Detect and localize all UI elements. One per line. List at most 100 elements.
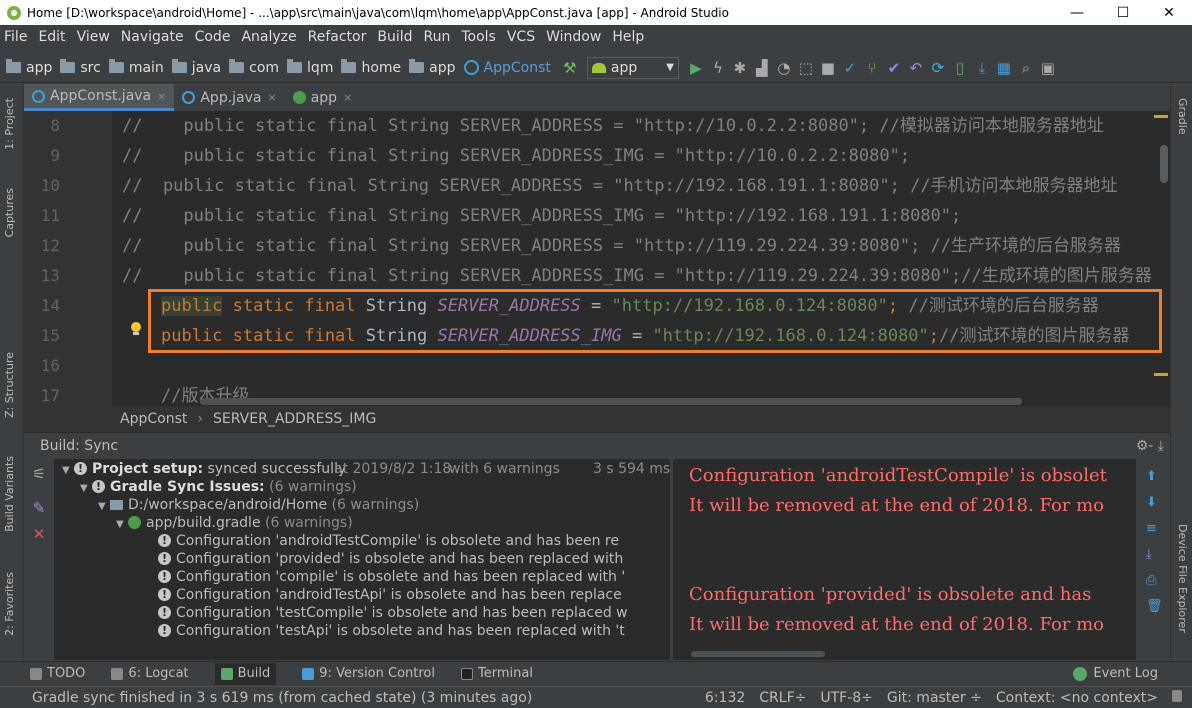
tab-build[interactable]: Build bbox=[214, 662, 277, 685]
code-crumb-field[interactable]: SERVER_ADDRESS_IMG bbox=[213, 411, 376, 427]
tab-app-gradle[interactable]: app × bbox=[285, 84, 361, 111]
menu-analyze[interactable]: Analyze bbox=[241, 29, 296, 45]
editor-scrollbar[interactable] bbox=[1160, 145, 1168, 183]
nav-crumb-com[interactable]: com bbox=[229, 59, 279, 76]
scroll-to-end-icon[interactable]: ⤓ bbox=[1146, 547, 1160, 562]
nav-crumb-app[interactable]: app bbox=[6, 59, 52, 76]
nav-crumb-appconst[interactable]: AppConst bbox=[463, 60, 551, 76]
run-icon[interactable]: ▶ bbox=[685, 59, 707, 77]
nav-crumb-java[interactable]: java bbox=[171, 59, 221, 76]
profile-icon[interactable]: ◔ bbox=[773, 59, 795, 77]
status-message[interactable]: Gradle sync finished in 3 s 619 ms (from… bbox=[32, 690, 532, 706]
tree-row-warning[interactable]: Configuration 'androidTestCompile' is ob… bbox=[158, 532, 670, 550]
menu-tools[interactable]: Tools bbox=[461, 29, 496, 45]
vcs-icon[interactable]: ⑂ bbox=[861, 59, 883, 77]
menu-run[interactable]: Run bbox=[424, 29, 451, 45]
tab-logcat[interactable]: 6: Logcat bbox=[111, 666, 189, 681]
toggle-view-icon[interactable]: ⚟ bbox=[28, 465, 50, 483]
nav-crumb-home[interactable]: home bbox=[341, 59, 401, 76]
tree-row-warning[interactable]: Configuration 'provided' is obsolete and… bbox=[158, 550, 670, 568]
tab-appconst[interactable]: AppConst.java × bbox=[24, 84, 175, 111]
tool-device-file-explorer[interactable]: Device File Explorer bbox=[1176, 524, 1189, 633]
tool-captures[interactable]: Captures bbox=[3, 188, 16, 237]
caret-position[interactable]: 6:132 bbox=[705, 690, 745, 706]
close-button[interactable]: ✕ bbox=[1146, 5, 1192, 21]
stop-icon[interactable]: ■ bbox=[817, 59, 839, 77]
expand-down-icon[interactable]: ▼ bbox=[116, 516, 128, 534]
nav-crumb-src[interactable]: src bbox=[60, 59, 101, 76]
attach-debugger-icon[interactable]: ⬚ bbox=[795, 59, 817, 77]
tree-row-warning[interactable]: Configuration 'compile' is obsolete and … bbox=[158, 568, 670, 586]
expand-down-icon[interactable]: ▼ bbox=[80, 480, 92, 498]
soft-wrap-icon[interactable]: ≡ bbox=[1146, 521, 1160, 536]
pin-icon[interactable]: ✎ bbox=[28, 499, 50, 517]
sdk-manager-icon[interactable]: ⤓ bbox=[971, 59, 993, 77]
tree-row-warning[interactable]: Configuration 'androidTestApi' is obsole… bbox=[158, 586, 670, 604]
code-editor[interactable]: 8// public static final String SERVER_AD… bbox=[24, 111, 1170, 406]
apply-changes-icon[interactable]: ϟ bbox=[707, 59, 729, 77]
coverage-icon[interactable]: ▟ bbox=[751, 59, 773, 77]
menu-edit[interactable]: Edit bbox=[38, 29, 65, 45]
tree-row-sync-issues[interactable]: ▼Gradle Sync Issues: (6 warnings) bbox=[80, 478, 670, 496]
close-tab-icon[interactable]: × bbox=[343, 91, 352, 104]
file-encoding[interactable]: UTF-8÷ bbox=[820, 690, 873, 706]
hammer-icon[interactable]: ⚒ bbox=[559, 59, 581, 77]
tree-row-warning[interactable]: Configuration 'testApi' is obsolete and … bbox=[158, 622, 670, 640]
tab-version-control[interactable]: 9: Version Control bbox=[302, 666, 435, 681]
sync-icon[interactable]: ✓ bbox=[839, 59, 861, 77]
editor-hscrollbar[interactable] bbox=[200, 398, 1022, 405]
close-icon[interactable]: ✕ bbox=[28, 525, 50, 543]
tool-build-variants[interactable]: Build Variants bbox=[3, 456, 16, 532]
menu-window[interactable]: Window bbox=[546, 29, 601, 45]
tab-app-java[interactable]: App.java × bbox=[174, 84, 284, 111]
nav-crumb-lqm[interactable]: lqm bbox=[287, 59, 333, 76]
expand-down-icon[interactable]: ▼ bbox=[62, 462, 74, 480]
menu-view[interactable]: View bbox=[77, 29, 110, 45]
context-indicator[interactable]: Context: <no context> bbox=[996, 690, 1158, 706]
tree-row-warning[interactable]: Configuration 'testCompile' is obsolete … bbox=[158, 604, 670, 622]
close-tab-icon[interactable]: × bbox=[268, 91, 277, 104]
code-crumb-class[interactable]: AppConst bbox=[120, 411, 187, 427]
tool-project[interactable]: 1: Project bbox=[3, 98, 16, 150]
menu-file[interactable]: File bbox=[4, 29, 27, 45]
search-icon[interactable]: ⌕ bbox=[1015, 59, 1037, 77]
arrow-down-icon[interactable]: ⬇ bbox=[1146, 495, 1160, 510]
lightbulb-icon[interactable] bbox=[130, 322, 142, 336]
gear-icon[interactable]: ⚙- ⤓ bbox=[1136, 438, 1164, 454]
menu-build[interactable]: Build bbox=[377, 29, 412, 45]
layout-inspector-icon[interactable]: ▣ bbox=[1037, 59, 1059, 77]
menu-code[interactable]: Code bbox=[195, 29, 231, 45]
menu-refactor[interactable]: Refactor bbox=[308, 29, 367, 45]
event-log-button[interactable]: Event Log bbox=[1073, 666, 1158, 681]
avd-manager-icon[interactable]: ▯ bbox=[949, 59, 971, 77]
lock-icon[interactable] bbox=[1172, 689, 1182, 702]
tree-row-project-setup[interactable]: ▼Project setup: synced successfully at 2… bbox=[62, 460, 670, 478]
build-console[interactable]: Configuration 'androidTestCompile' is ob… bbox=[672, 459, 1136, 660]
tool-structure[interactable]: Z: Structure bbox=[3, 352, 16, 418]
warning-marker[interactable] bbox=[1154, 373, 1168, 376]
menu-vcs[interactable]: VCS bbox=[507, 29, 535, 45]
maximize-button[interactable]: ☐ bbox=[1100, 5, 1146, 21]
project-structure-icon[interactable]: ▦ bbox=[993, 59, 1015, 77]
gradle-sync-icon[interactable]: ⟳ bbox=[927, 59, 949, 77]
tool-favorites[interactable]: 2: Favorites bbox=[3, 572, 16, 636]
tree-row-gradle-file[interactable]: ▼ app/build.gradle (6 warnings) bbox=[116, 514, 670, 532]
console-hscrollbar[interactable] bbox=[691, 651, 825, 657]
minimize-button[interactable]: — bbox=[1054, 5, 1100, 21]
tool-gradle[interactable]: Gradle bbox=[1176, 98, 1189, 135]
warning-marker[interactable] bbox=[1154, 115, 1168, 118]
run-config-select[interactable]: app ▼ bbox=[586, 56, 679, 79]
nav-crumb-app-pkg[interactable]: app bbox=[409, 59, 456, 76]
nav-crumb-main[interactable]: main bbox=[108, 59, 164, 76]
print-icon[interactable]: ⎙ bbox=[1146, 573, 1160, 588]
git-branch[interactable]: Git: master ÷ bbox=[887, 690, 982, 706]
line-separator[interactable]: CRLF÷ bbox=[759, 690, 806, 706]
tab-terminal[interactable]: Terminal bbox=[461, 666, 533, 681]
arrow-up-icon[interactable]: ⬆ bbox=[1146, 469, 1160, 484]
close-tab-icon[interactable]: × bbox=[157, 90, 166, 103]
tab-todo[interactable]: TODO bbox=[30, 666, 85, 681]
trash-icon[interactable]: 🗑 bbox=[1146, 599, 1163, 614]
tree-row-folder[interactable]: ▼ D:/workspace/android/Home (6 warnings) bbox=[98, 496, 670, 514]
commit-icon[interactable]: ✔ bbox=[883, 59, 905, 77]
menu-help[interactable]: Help bbox=[612, 29, 644, 45]
